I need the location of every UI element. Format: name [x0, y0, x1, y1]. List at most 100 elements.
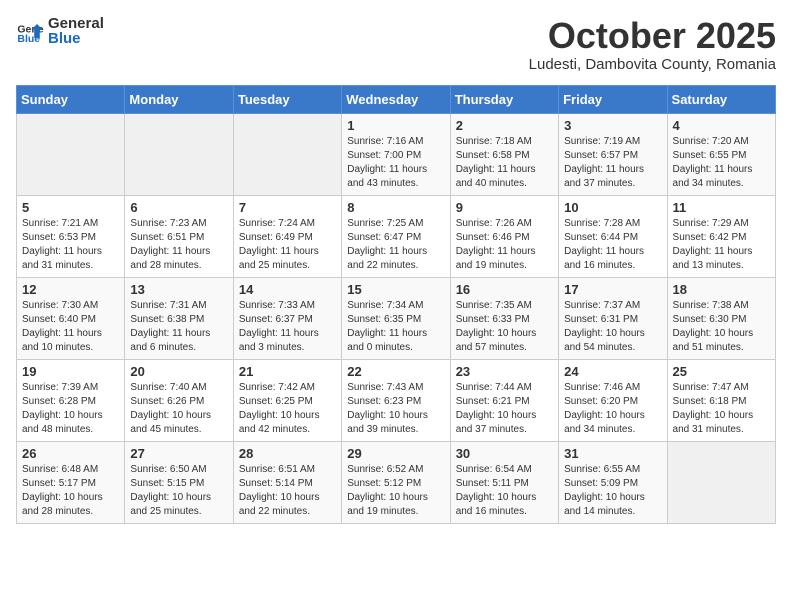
day-info: Sunrise: 7:38 AM Sunset: 6:30 PM Dayligh…	[673, 299, 770, 355]
day-number: 2	[456, 118, 553, 133]
calendar-cell: 26Sunrise: 6:48 AM Sunset: 5:17 PM Dayli…	[17, 441, 125, 523]
calendar-cell: 6 Sunrise: 7:23 AM Sunset: 6:51 PM Daylig…	[125, 195, 233, 277]
day-info: Sunrise: 7:25 AM Sunset: 6:47 PM Dayligh…	[347, 217, 444, 273]
day-number: 5	[22, 200, 119, 215]
day-number: 30	[456, 446, 553, 461]
day-info: Sunrise: 7:42 AM Sunset: 6:25 PM Dayligh…	[239, 381, 336, 437]
calendar-cell: 1 Sunrise: 7:16 AM Sunset: 7:00 PM Daylig…	[342, 113, 450, 195]
logo-icon: General Blue	[16, 17, 44, 45]
day-number: 1	[347, 118, 444, 133]
day-header-monday: Monday	[125, 85, 233, 113]
day-info: Sunrise: 7:24 AM Sunset: 6:49 PM Dayligh…	[239, 217, 336, 273]
day-info: Sunrise: 7:16 AM Sunset: 7:00 PM Dayligh…	[347, 135, 444, 191]
day-info: Sunrise: 7:43 AM Sunset: 6:23 PM Dayligh…	[347, 381, 444, 437]
logo-general: General	[48, 16, 104, 31]
day-info: Sunrise: 6:52 AM Sunset: 5:12 PM Dayligh…	[347, 463, 444, 519]
day-header-wednesday: Wednesday	[342, 85, 450, 113]
calendar-cell: 25 Sunrise: 7:47 AM Sunset: 6:18 PM Dayli…	[667, 359, 775, 441]
day-info: Sunrise: 7:31 AM Sunset: 6:38 PM Dayligh…	[130, 299, 227, 355]
calendar-cell: 19Sunrise: 7:39 AM Sunset: 6:28 PM Dayli…	[17, 359, 125, 441]
day-info: Sunrise: 6:50 AM Sunset: 5:15 PM Dayligh…	[130, 463, 227, 519]
calendar-week-3: 12 Sunrise: 7:30 AM Sunset: 6:40 PM Dayli…	[17, 277, 776, 359]
calendar-header-row: SundayMondayTuesdayWednesdayThursdayFrid…	[17, 85, 776, 113]
calendar-cell: 9Sunrise: 7:26 AM Sunset: 6:46 PM Daylig…	[450, 195, 558, 277]
calendar-week-4: 19Sunrise: 7:39 AM Sunset: 6:28 PM Dayli…	[17, 359, 776, 441]
calendar-cell: 21Sunrise: 7:42 AM Sunset: 6:25 PM Dayli…	[233, 359, 341, 441]
day-number: 29	[347, 446, 444, 461]
day-number: 11	[673, 200, 770, 215]
day-info: Sunrise: 7:21 AM Sunset: 6:53 PM Dayligh…	[22, 217, 119, 273]
day-info: Sunrise: 6:48 AM Sunset: 5:17 PM Dayligh…	[22, 463, 119, 519]
calendar-cell: 13 Sunrise: 7:31 AM Sunset: 6:38 PM Dayli…	[125, 277, 233, 359]
day-info: Sunrise: 7:40 AM Sunset: 6:26 PM Dayligh…	[130, 381, 227, 437]
day-number: 20	[130, 364, 227, 379]
calendar-cell	[233, 113, 341, 195]
day-info: Sunrise: 7:30 AM Sunset: 6:40 PM Dayligh…	[22, 299, 119, 355]
calendar-cell: 4 Sunrise: 7:20 AM Sunset: 6:55 PM Daylig…	[667, 113, 775, 195]
calendar-week-5: 26Sunrise: 6:48 AM Sunset: 5:17 PM Dayli…	[17, 441, 776, 523]
day-number: 7	[239, 200, 336, 215]
day-number: 4	[673, 118, 770, 133]
day-info: Sunrise: 7:34 AM Sunset: 6:35 PM Dayligh…	[347, 299, 444, 355]
day-number: 27	[130, 446, 227, 461]
month-title: October 2025	[529, 16, 776, 56]
calendar-cell: 30 Sunrise: 6:54 AM Sunset: 5:11 PM Dayli…	[450, 441, 558, 523]
calendar-cell: 20 Sunrise: 7:40 AM Sunset: 6:26 PM Dayli…	[125, 359, 233, 441]
calendar-cell	[667, 441, 775, 523]
day-info: Sunrise: 7:33 AM Sunset: 6:37 PM Dayligh…	[239, 299, 336, 355]
day-info: Sunrise: 7:18 AM Sunset: 6:58 PM Dayligh…	[456, 135, 553, 191]
day-info: Sunrise: 7:29 AM Sunset: 6:42 PM Dayligh…	[673, 217, 770, 273]
day-header-friday: Friday	[559, 85, 667, 113]
calendar-cell: 31 Sunrise: 6:55 AM Sunset: 5:09 PM Dayli…	[559, 441, 667, 523]
day-number: 9	[456, 200, 553, 215]
calendar-week-1: 1 Sunrise: 7:16 AM Sunset: 7:00 PM Daylig…	[17, 113, 776, 195]
day-number: 31	[564, 446, 661, 461]
calendar-cell: 11 Sunrise: 7:29 AM Sunset: 6:42 PM Dayli…	[667, 195, 775, 277]
day-number: 6	[130, 200, 227, 215]
day-number: 12	[22, 282, 119, 297]
day-number: 13	[130, 282, 227, 297]
calendar-cell: 3 Sunrise: 7:19 AM Sunset: 6:57 PM Daylig…	[559, 113, 667, 195]
day-info: Sunrise: 6:54 AM Sunset: 5:11 PM Dayligh…	[456, 463, 553, 519]
calendar-cell: 17Sunrise: 7:37 AM Sunset: 6:31 PM Dayli…	[559, 277, 667, 359]
day-info: Sunrise: 7:20 AM Sunset: 6:55 PM Dayligh…	[673, 135, 770, 191]
calendar-cell: 15Sunrise: 7:34 AM Sunset: 6:35 PM Dayli…	[342, 277, 450, 359]
day-number: 23	[456, 364, 553, 379]
day-info: Sunrise: 7:19 AM Sunset: 6:57 PM Dayligh…	[564, 135, 661, 191]
day-number: 24	[564, 364, 661, 379]
day-info: Sunrise: 7:23 AM Sunset: 6:51 PM Dayligh…	[130, 217, 227, 273]
calendar-cell: 2 Sunrise: 7:18 AM Sunset: 6:58 PM Daylig…	[450, 113, 558, 195]
calendar-cell: 14Sunrise: 7:33 AM Sunset: 6:37 PM Dayli…	[233, 277, 341, 359]
calendar-cell: 7 Sunrise: 7:24 AM Sunset: 6:49 PM Daylig…	[233, 195, 341, 277]
calendar-cell: 10Sunrise: 7:28 AM Sunset: 6:44 PM Dayli…	[559, 195, 667, 277]
logo: General Blue General Blue	[16, 16, 104, 46]
calendar-cell: 5 Sunrise: 7:21 AM Sunset: 6:53 PM Daylig…	[17, 195, 125, 277]
calendar-cell	[17, 113, 125, 195]
day-header-saturday: Saturday	[667, 85, 775, 113]
day-number: 16	[456, 282, 553, 297]
day-number: 10	[564, 200, 661, 215]
calendar-cell: 8 Sunrise: 7:25 AM Sunset: 6:47 PM Daylig…	[342, 195, 450, 277]
logo-blue: Blue	[48, 31, 104, 46]
day-info: Sunrise: 7:35 AM Sunset: 6:33 PM Dayligh…	[456, 299, 553, 355]
day-number: 19	[22, 364, 119, 379]
day-number: 25	[673, 364, 770, 379]
day-info: Sunrise: 7:47 AM Sunset: 6:18 PM Dayligh…	[673, 381, 770, 437]
day-number: 17	[564, 282, 661, 297]
calendar-cell: 23 Sunrise: 7:44 AM Sunset: 6:21 PM Dayli…	[450, 359, 558, 441]
location-title: Ludesti, Dambovita County, Romania	[529, 56, 776, 73]
day-number: 28	[239, 446, 336, 461]
calendar-cell: 16 Sunrise: 7:35 AM Sunset: 6:33 PM Dayli…	[450, 277, 558, 359]
calendar-cell: 18Sunrise: 7:38 AM Sunset: 6:30 PM Dayli…	[667, 277, 775, 359]
day-info: Sunrise: 7:46 AM Sunset: 6:20 PM Dayligh…	[564, 381, 661, 437]
calendar-cell	[125, 113, 233, 195]
day-info: Sunrise: 7:44 AM Sunset: 6:21 PM Dayligh…	[456, 381, 553, 437]
calendar-cell: 27 Sunrise: 6:50 AM Sunset: 5:15 PM Dayli…	[125, 441, 233, 523]
calendar-cell: 29 Sunrise: 6:52 AM Sunset: 5:12 PM Dayli…	[342, 441, 450, 523]
day-info: Sunrise: 6:55 AM Sunset: 5:09 PM Dayligh…	[564, 463, 661, 519]
day-number: 8	[347, 200, 444, 215]
calendar-table: SundayMondayTuesdayWednesdayThursdayFrid…	[16, 85, 776, 524]
day-header-thursday: Thursday	[450, 85, 558, 113]
day-number: 3	[564, 118, 661, 133]
title-block: October 2025 Ludesti, Dambovita County, …	[529, 16, 776, 73]
